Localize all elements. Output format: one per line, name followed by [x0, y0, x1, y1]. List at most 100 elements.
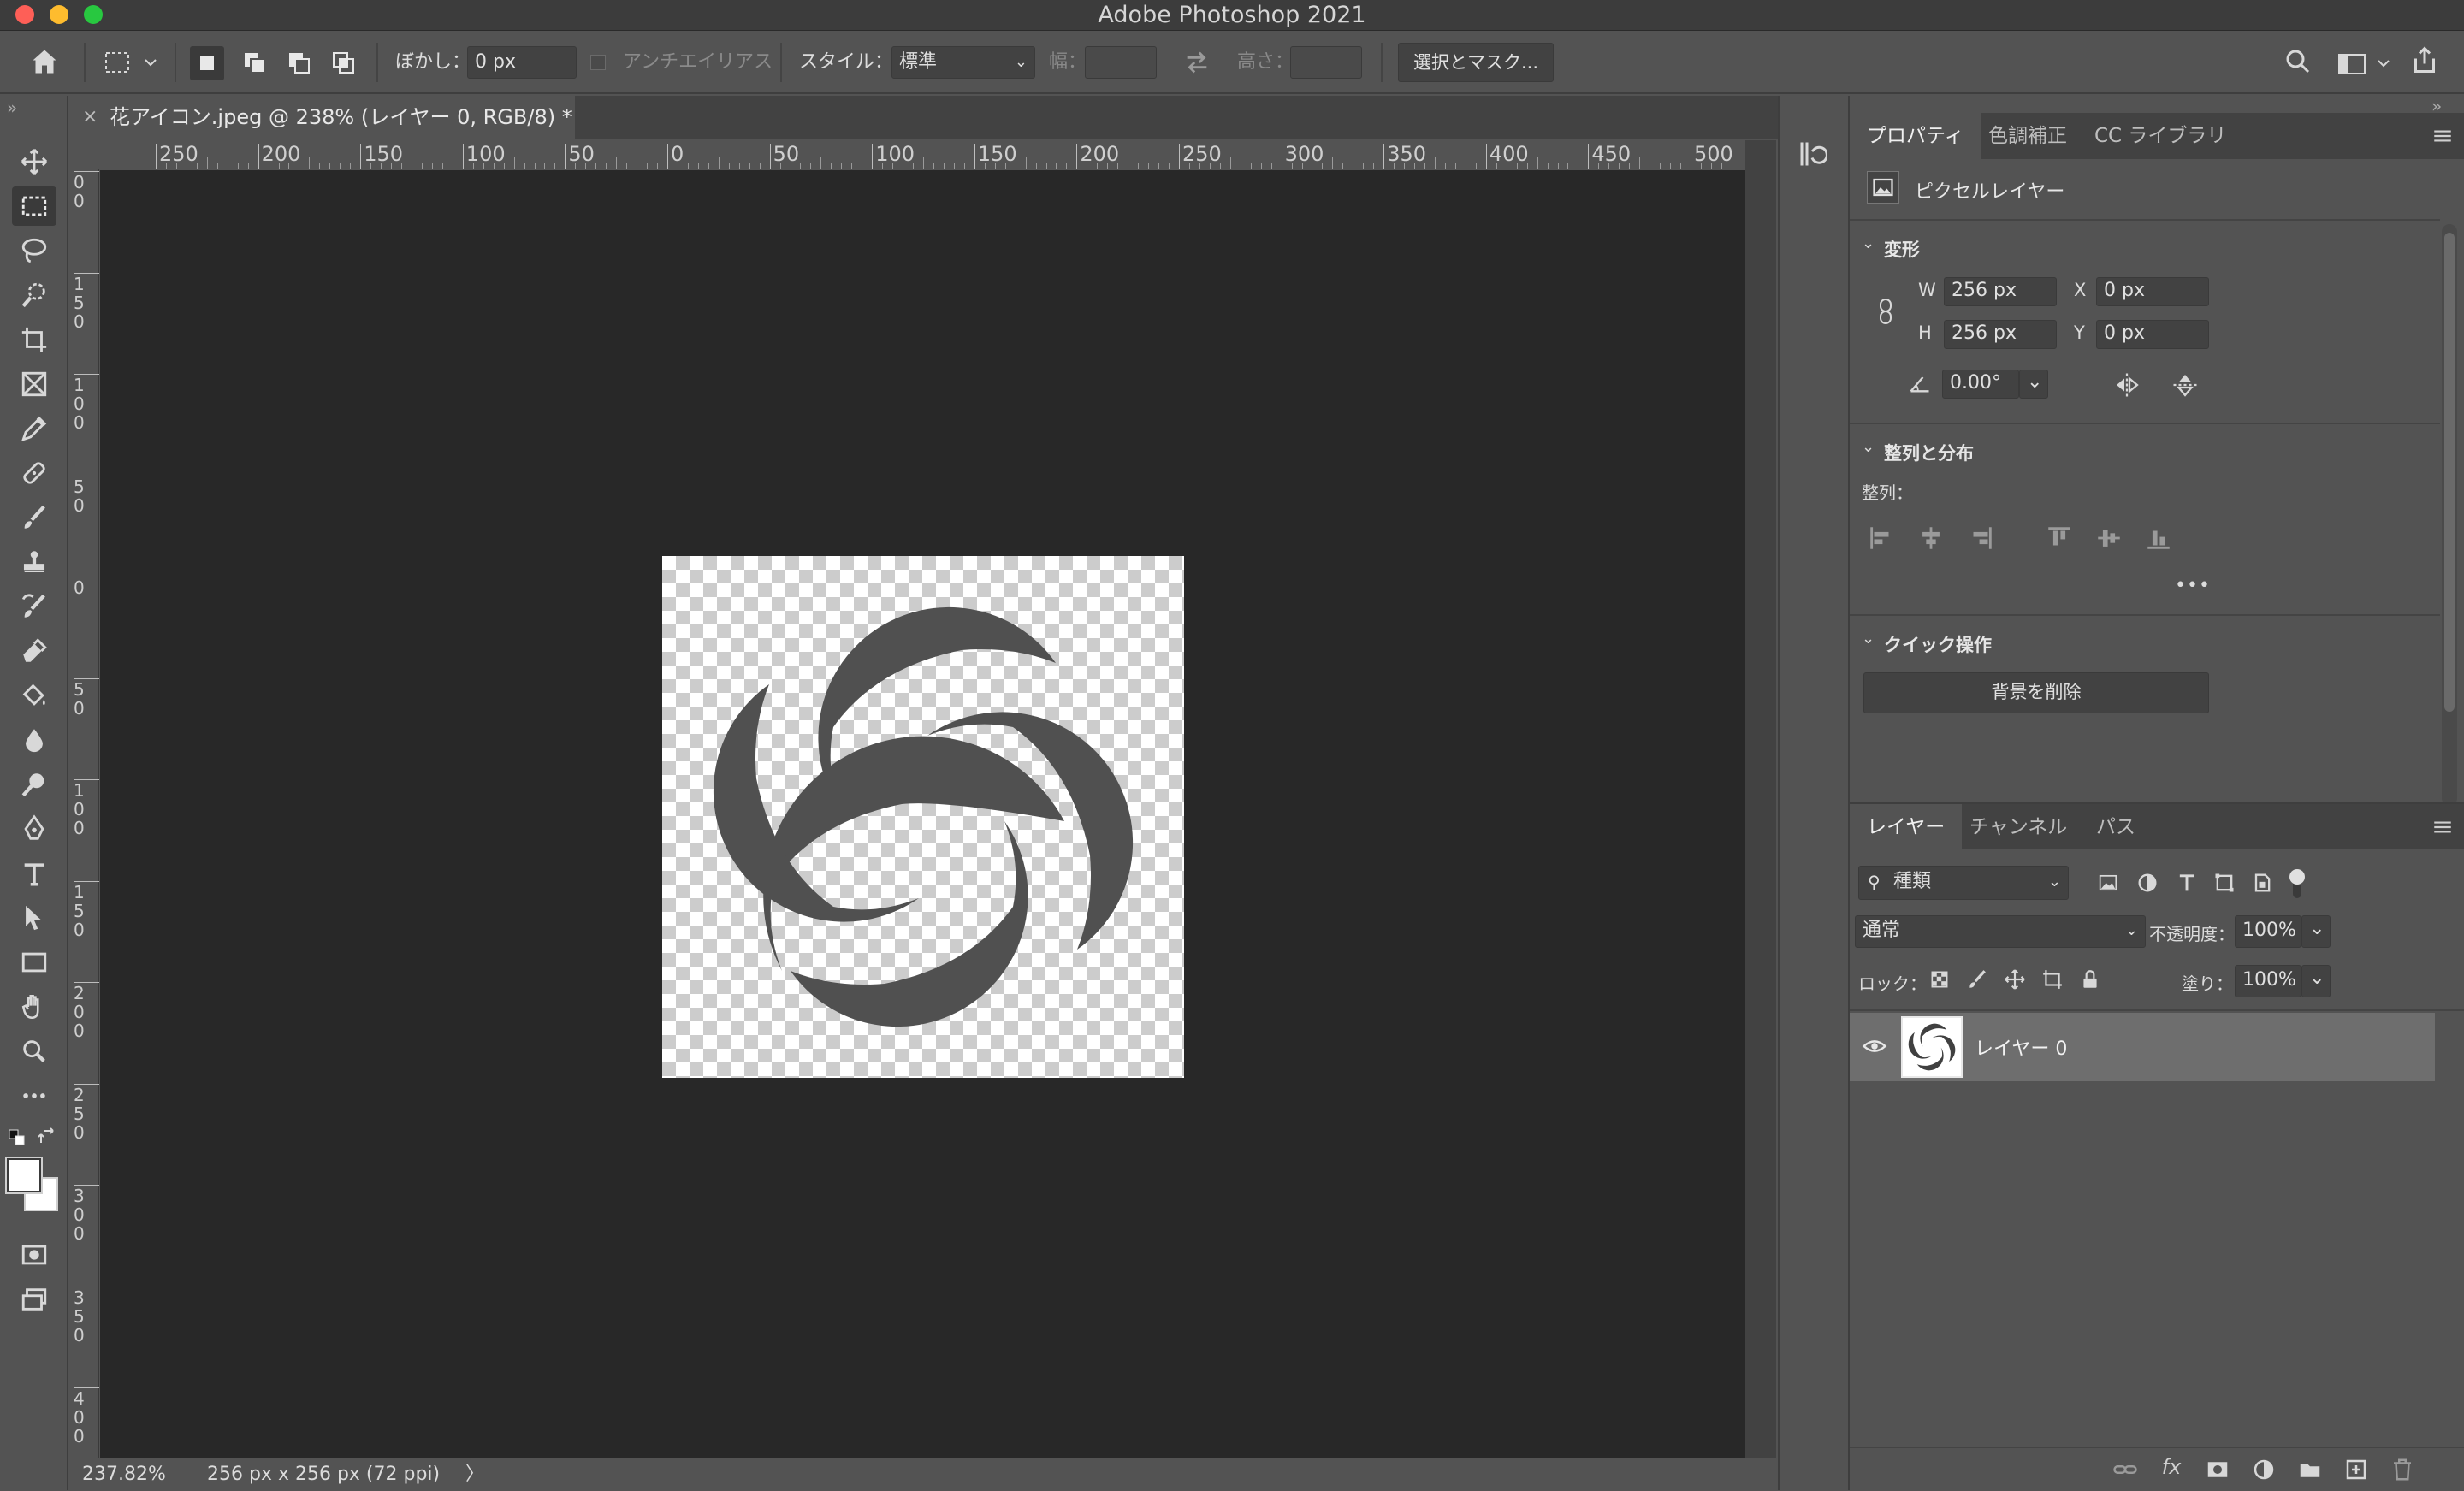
flip-horizontal-icon[interactable]: [2112, 370, 2142, 400]
layer-name[interactable]: レイヤー 0: [1975, 1033, 2067, 1061]
feather-input[interactable]: 0 px: [467, 46, 577, 79]
eraser-tool-icon[interactable]: [12, 631, 56, 671]
remove-background-button[interactable]: 背景を削除: [1863, 672, 2209, 713]
properties-scroll-thumb[interactable]: [2444, 233, 2455, 712]
tab-cc-libraries[interactable]: CC ライブラリ: [2077, 113, 2243, 159]
lock-transparent-pixels-icon[interactable]: [1928, 968, 1952, 992]
canvas-vertical-scrollbar[interactable]: [1745, 140, 1776, 1458]
layers-menu-icon[interactable]: [2431, 816, 2454, 838]
panel-menu-icon[interactable]: [2431, 125, 2454, 147]
dodge-tool-icon[interactable]: [12, 765, 56, 804]
brush-tool-icon[interactable]: [12, 498, 56, 537]
new-adjustment-layer-icon[interactable]: [2248, 1457, 2279, 1488]
marquee-preset-picker[interactable]: [103, 48, 157, 79]
subtract-from-selection-icon[interactable]: [282, 46, 317, 80]
screen-mode-icon[interactable]: [12, 1280, 56, 1319]
align-vertical-center-icon[interactable]: [2094, 524, 2123, 553]
zoom-level[interactable]: 237.82%: [82, 1458, 166, 1491]
transform-collapse-icon[interactable]: ⌄: [1862, 234, 1875, 252]
paint-bucket-tool-icon[interactable]: [12, 676, 56, 715]
rectangle-tool-icon[interactable]: [12, 943, 56, 982]
align-left-icon[interactable]: [1867, 524, 1896, 553]
visibility-eye-icon[interactable]: [1862, 1033, 1887, 1059]
layer-row[interactable]: レイヤー 0: [1850, 1013, 2435, 1081]
filter-toggle[interactable]: [2288, 866, 2307, 902]
default-colors-icon[interactable]: [9, 1129, 26, 1146]
minimize-window-button[interactable]: [50, 5, 68, 24]
close-window-button[interactable]: [15, 5, 34, 24]
expand-panel-icon[interactable]: »: [7, 98, 17, 118]
lock-artboard-icon[interactable]: [2041, 968, 2065, 992]
flip-vertical-icon[interactable]: [2170, 370, 2200, 400]
y-field[interactable]: 0 px: [2096, 320, 2209, 349]
workspace-switcher[interactable]: [2334, 46, 2396, 80]
add-to-selection-icon[interactable]: [238, 46, 272, 80]
more-tools-icon[interactable]: [12, 1076, 56, 1115]
move-tool-icon[interactable]: [12, 142, 56, 181]
swap-width-height-icon[interactable]: [1182, 48, 1213, 79]
close-tab-icon[interactable]: ×: [82, 96, 98, 139]
pen-tool-icon[interactable]: [12, 809, 56, 849]
filter-smart-object-icon[interactable]: [2250, 871, 2276, 896]
height-input[interactable]: [1290, 46, 1362, 79]
link-layers-icon[interactable]: [2110, 1457, 2141, 1488]
type-tool-icon[interactable]: [12, 854, 56, 893]
tab-properties[interactable]: プロパティ: [1850, 113, 1981, 159]
home-icon[interactable]: [29, 46, 63, 80]
zoom-tool-icon[interactable]: [12, 1032, 56, 1071]
filter-type-icon[interactable]: [2175, 871, 2200, 896]
eyedropper-tool-icon[interactable]: [12, 409, 56, 448]
new-selection-icon[interactable]: [190, 46, 224, 80]
lock-image-pixels-icon[interactable]: [1966, 968, 1990, 992]
delete-layer-icon[interactable]: [2387, 1457, 2418, 1488]
hand-tool-icon[interactable]: [12, 987, 56, 1027]
opacity-field[interactable]: 100%: [2235, 915, 2301, 948]
quick-actions-collapse-icon[interactable]: ⌄: [1862, 630, 1875, 648]
select-and-mask-button[interactable]: 選択とマスク...: [1398, 43, 1554, 82]
clone-stamp-tool-icon[interactable]: [12, 542, 56, 582]
fill-dropdown[interactable]: ⌄: [2301, 965, 2331, 997]
quick-mask-icon[interactable]: [12, 1235, 56, 1275]
x-field[interactable]: 0 px: [2096, 277, 2209, 306]
history-panel-icon[interactable]: [1797, 137, 1831, 175]
share-icon[interactable]: [2409, 44, 2443, 79]
foreground-color-swatch[interactable]: [5, 1157, 43, 1194]
tab-adjustments[interactable]: 色調補正: [1971, 113, 2084, 159]
add-mask-icon[interactable]: [2202, 1457, 2233, 1488]
filter-shape-icon[interactable]: [2212, 871, 2238, 896]
width-field[interactable]: 256 px: [1944, 277, 2057, 306]
align-horizontal-center-icon[interactable]: [1916, 524, 1946, 553]
document-tab[interactable]: × 花アイコン.jpeg @ 238% (レイヤー 0, RGB/8) *: [70, 96, 575, 139]
more-align-options[interactable]: •••: [2175, 575, 2211, 596]
fill-field[interactable]: 100%: [2235, 965, 2301, 997]
blend-mode-select[interactable]: 通常 ⌄: [1855, 915, 2146, 948]
path-selection-tool-icon[interactable]: [12, 898, 56, 938]
align-bottom-icon[interactable]: [2144, 524, 2173, 553]
layer-style-fx-icon[interactable]: fx: [2156, 1455, 2187, 1479]
align-top-icon[interactable]: [2045, 524, 2074, 553]
width-input[interactable]: [1085, 46, 1157, 79]
tab-paths[interactable]: パス: [2079, 804, 2153, 850]
filter-pixel-icon[interactable]: [2096, 871, 2122, 896]
antialias-checkbox[interactable]: [590, 55, 606, 70]
angle-field[interactable]: 0.00°: [1942, 370, 2019, 399]
new-layer-icon[interactable]: [2341, 1457, 2372, 1488]
lasso-tool-icon[interactable]: [12, 231, 56, 270]
height-field[interactable]: 256 px: [1944, 320, 2057, 349]
quick-selection-tool-icon[interactable]: [12, 275, 56, 315]
search-icon[interactable]: [2283, 46, 2317, 80]
rectangular-marquee-tool-icon[interactable]: [12, 186, 56, 226]
align-collapse-icon[interactable]: ⌄: [1862, 438, 1875, 456]
lock-position-icon[interactable]: [2004, 968, 2028, 992]
document-image[interactable]: [662, 556, 1184, 1078]
link-dimensions-icon[interactable]: [1875, 294, 1898, 328]
style-select[interactable]: 標準 ⌄: [891, 46, 1035, 79]
tab-channels[interactable]: チャンネル: [1952, 804, 2084, 850]
healing-brush-tool-icon[interactable]: [12, 453, 56, 493]
lock-all-icon[interactable]: [2079, 968, 2103, 992]
properties-scrollbar[interactable]: [2442, 224, 2457, 806]
intersect-selection-icon[interactable]: [327, 46, 361, 80]
opacity-dropdown[interactable]: ⌄: [2301, 915, 2331, 948]
status-menu-arrow[interactable]: 〉: [465, 1458, 484, 1491]
filter-adjustment-icon[interactable]: [2135, 871, 2161, 896]
